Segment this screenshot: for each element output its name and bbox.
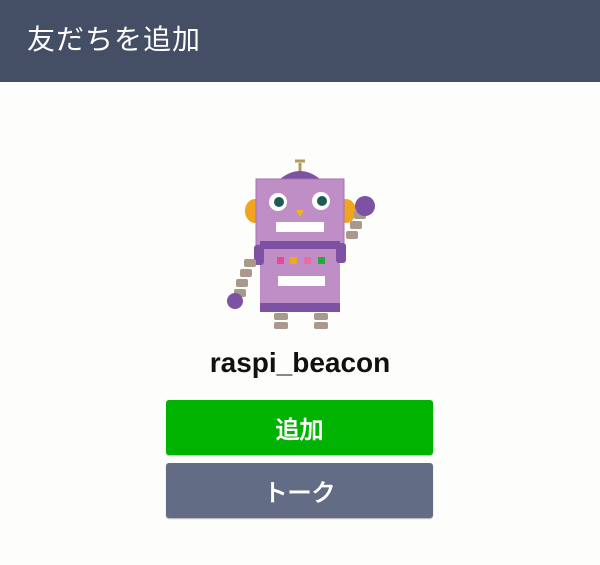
talk-button[interactable]: トーク (166, 463, 433, 518)
add-friend-button[interactable]: 追加 (166, 400, 433, 455)
robot-avatar-icon (218, 155, 383, 340)
header-bar: 友だちを追加 (0, 0, 600, 82)
page-title: 友だちを追加 (27, 23, 202, 56)
profile-name: raspi_beacon (209, 347, 391, 378)
